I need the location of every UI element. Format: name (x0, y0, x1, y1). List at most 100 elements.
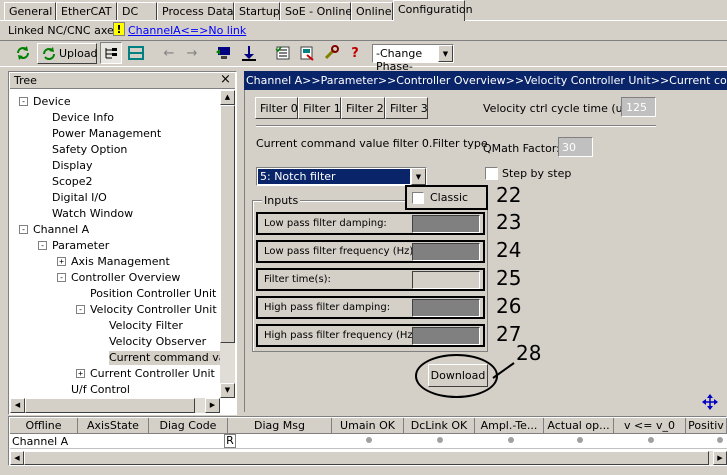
filter-tab-1[interactable]: Filter 1 (298, 97, 341, 119)
tab-soe-online[interactable]: SoE - Online (280, 2, 352, 20)
step-by-step-checkbox[interactable] (485, 167, 498, 180)
phase-select[interactable]: -Change Phase- ▼ (372, 44, 454, 73)
grid-column-header[interactable]: v <= v_0 (614, 418, 686, 434)
tree-item[interactable]: Current Controller Unit (90, 367, 215, 381)
tab-online[interactable]: Online (351, 2, 393, 20)
forward-arrow-icon[interactable]: → (181, 42, 203, 64)
callout-number-22: 22 (496, 183, 522, 207)
grid-column-header[interactable]: Positiv (686, 418, 727, 434)
back-arrow-icon[interactable]: ← (158, 42, 180, 64)
input-value-field[interactable] (412, 215, 480, 233)
input-label: High pass filter frequency (Hz): (264, 330, 420, 341)
download-button[interactable]: Download (428, 364, 488, 387)
tree-view-icon[interactable] (100, 42, 122, 64)
breadcrumb: Channel A>>Parameter>>Controller Overvie… (246, 74, 727, 87)
input-label: Low pass filter damping: (264, 218, 387, 229)
tree-item[interactable]: Power Management (52, 127, 161, 141)
qmath-label: QMath Factor: (483, 142, 560, 155)
collapse-icon[interactable]: - (57, 273, 66, 282)
export-icon[interactable] (296, 42, 318, 64)
grid-column-header[interactable]: AxisState (78, 418, 149, 434)
help-icon[interactable]: ? (344, 42, 366, 64)
tree-hscrollbar[interactable]: ◀ ▶ (10, 398, 220, 413)
tree-item[interactable]: Display (52, 159, 93, 173)
classic-checkbox[interactable] (412, 192, 424, 204)
status-led-icon (366, 437, 372, 443)
linked-axes-link[interactable]: ChannelA<=>No link (128, 24, 246, 37)
tree-vscrollbar[interactable]: ▲ ▼ (220, 90, 235, 398)
status-led-icon (508, 437, 514, 443)
tree-item[interactable]: Watch Window (52, 207, 133, 221)
status-led-icon (717, 437, 723, 443)
split-view-icon[interactable] (125, 42, 147, 64)
tab-ethercat[interactable]: EtherCAT (56, 2, 117, 20)
tree-item[interactable]: Velocity Filter (109, 319, 183, 333)
input-row: Low pass filter damping: (256, 212, 485, 235)
checklist-icon[interactable] (272, 42, 294, 64)
input-value-field[interactable] (412, 299, 480, 317)
tree-item[interactable]: Controller Overview (71, 271, 180, 285)
upload-button[interactable]: Upload (37, 43, 98, 64)
tab-dc[interactable]: DC (117, 2, 157, 20)
tree-item[interactable]: Axis Management (71, 255, 170, 269)
tree-item[interactable]: Digital I/O (52, 191, 107, 205)
collapse-icon[interactable]: - (19, 97, 28, 106)
input-row: Low pass filter frequency (Hz): (256, 240, 485, 263)
input-value-field[interactable] (412, 271, 480, 289)
tree-item[interactable]: Channel A (33, 223, 89, 237)
tree-item[interactable]: Device Info (52, 111, 114, 125)
settings-tools-icon[interactable] (320, 42, 342, 64)
filter-tab-0[interactable]: Filter 0 (255, 97, 298, 119)
download-arrow-icon[interactable] (238, 42, 260, 64)
move-arrows-icon[interactable] (702, 394, 718, 410)
tree-item[interactable]: U/f Control (71, 383, 130, 397)
tree-item[interactable]: Position Controller Unit (90, 287, 216, 301)
grid-column-header[interactable]: Diag Msg (228, 418, 332, 434)
tree-item[interactable]: Parameter (52, 239, 109, 253)
filter-type-label: Current command value filter 0.Filter ty… (256, 137, 488, 150)
tab-general[interactable]: General (4, 2, 56, 20)
monitor-icon[interactable] (213, 42, 235, 64)
chevron-down-icon[interactable]: ▼ (411, 168, 426, 185)
grid-column-header[interactable]: Ampl.-Te... (475, 418, 544, 434)
cycle-time-value: 125 (626, 101, 647, 114)
tree-item[interactable]: Device (33, 95, 71, 109)
collapse-icon[interactable]: - (76, 305, 85, 314)
filter-type-select[interactable]: 5: Notch filter ▼ (256, 167, 427, 186)
tree-item[interactable]: Safety Option (52, 143, 127, 157)
tree-item[interactable]: Velocity Observer (109, 335, 206, 349)
expand-icon[interactable]: + (57, 257, 66, 266)
filter-tab-2[interactable]: Filter 2 (341, 97, 385, 119)
grid-hscrollbar[interactable]: ◀ ▶ (10, 451, 727, 465)
tree-item[interactable]: Scope2 (52, 175, 93, 189)
status-led-icon (648, 437, 654, 443)
close-icon[interactable]: × (220, 72, 231, 87)
input-value-field[interactable] (412, 243, 480, 261)
tree-item[interactable]: Current command value (109, 351, 220, 365)
input-label: Filter time(s): (264, 274, 331, 285)
chevron-down-icon[interactable]: ▼ (438, 45, 453, 62)
inputs-group-title: Inputs (262, 194, 301, 207)
grid-column-header[interactable]: Actual op... (544, 418, 614, 434)
classic-label: Classic (430, 191, 469, 204)
collapse-icon[interactable]: - (38, 241, 47, 250)
grid-column-header[interactable]: DcLink OK (404, 418, 475, 434)
expand-icon[interactable]: + (76, 369, 85, 378)
tab-startup[interactable]: Startup (234, 2, 280, 20)
upload-arrows-icon (43, 47, 55, 60)
input-value-field[interactable] (412, 327, 480, 345)
collapse-icon[interactable]: - (19, 225, 28, 234)
breadcrumb-bar: Channel A>>Parameter>>Controller Overvie… (244, 71, 727, 90)
grid-hscroll-thumb[interactable] (24, 451, 709, 465)
tree-hscroll-thumb[interactable] (25, 398, 195, 413)
refresh-icon[interactable] (12, 42, 34, 64)
grid-column-header[interactable]: Diag Code (149, 418, 228, 434)
tree-item[interactable]: Velocity Controller Unit (90, 303, 217, 317)
tree-vscroll-thumb[interactable] (220, 105, 235, 343)
tab-configuration[interactable]: Configuration (393, 0, 473, 21)
grid-column-header[interactable]: Umain OK (332, 418, 404, 434)
filter-tab-3[interactable]: Filter 3 (385, 97, 428, 119)
tab-process-data[interactable]: Process Data (157, 2, 234, 20)
row-name: Channel A (12, 435, 69, 448)
grid-column-header[interactable]: Offline (10, 418, 78, 434)
